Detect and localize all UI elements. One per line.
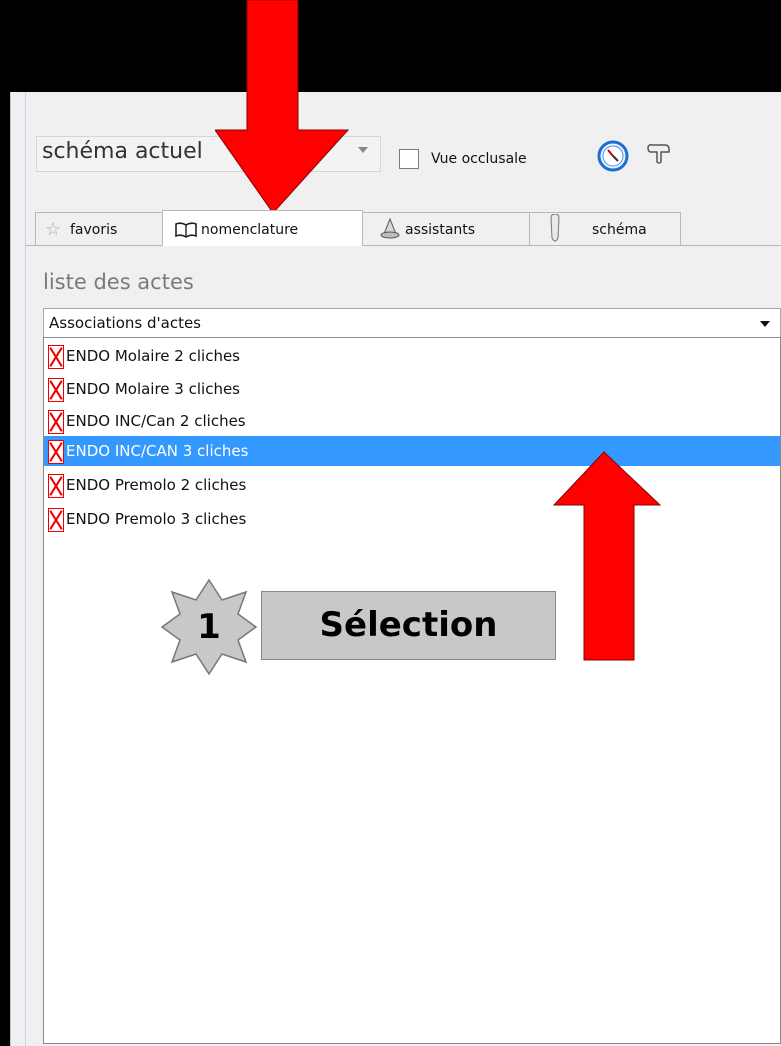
broken-image-icon [48,410,64,434]
list-item-label: ENDO INC/Can 2 cliches [66,412,246,430]
tab-nomenclature[interactable]: nomenclature [162,210,363,246]
acts-list[interactable]: ENDO Molaire 2 cliches ENDO Molaire 3 cl… [43,337,781,1044]
broken-image-icon [48,378,64,402]
clock-icon[interactable] [597,140,629,172]
list-item-label: ENDO Premolo 2 cliches [66,476,247,494]
section-title: liste des actes [43,270,194,294]
acts-category-select[interactable]: Associations d'actes [43,308,781,338]
occlusal-checkbox-label[interactable]: Vue occlusale [431,151,527,167]
step-number: 1 [197,607,221,647]
acts-category-value: Associations d'actes [49,314,201,332]
book-icon [175,222,197,238]
list-item[interactable]: ENDO Molaire 3 cliches [44,374,780,404]
chevron-down-icon[interactable] [760,321,770,327]
broken-image-icon [48,440,64,464]
broken-image-icon [48,508,64,532]
annotation-label-box: Sélection [261,591,556,660]
occlusal-checkbox[interactable] [399,149,419,169]
left-scroll-strip [11,92,26,1046]
annotation-arrow-down [215,0,350,214]
tab-nomenclature-label: nomenclature [201,222,299,238]
annotation-label: Sélection [319,605,498,645]
tab-divider [25,245,781,246]
list-item[interactable]: ENDO Molaire 2 cliches [44,341,780,371]
tooth-tool-icon[interactable] [645,142,671,166]
wizard-hat-icon [380,218,400,239]
tab-assistants[interactable]: assistants [361,212,531,246]
view-combo-value: schéma actuel [42,139,203,164]
tab-assistants-label: assistants [405,222,476,238]
list-item[interactable]: ENDO INC/Can 2 cliches [44,406,780,436]
tab-schema[interactable]: schéma [529,212,681,246]
list-item-label: ENDO INC/CAN 3 cliches [66,442,249,460]
list-item-label: ENDO Molaire 2 cliches [66,347,240,365]
list-item-label: ENDO Molaire 3 cliches [66,380,240,398]
tooth-icon [550,214,560,242]
broken-image-icon [48,474,64,498]
broken-image-icon [48,345,64,369]
tab-schema-label: schéma [592,222,647,238]
list-item-label: ENDO Premolo 3 cliches [66,510,247,528]
star-icon: ☆ [45,219,62,240]
tab-favoris[interactable]: ☆ favoris [35,212,164,246]
tab-favoris-label: favoris [70,222,118,238]
